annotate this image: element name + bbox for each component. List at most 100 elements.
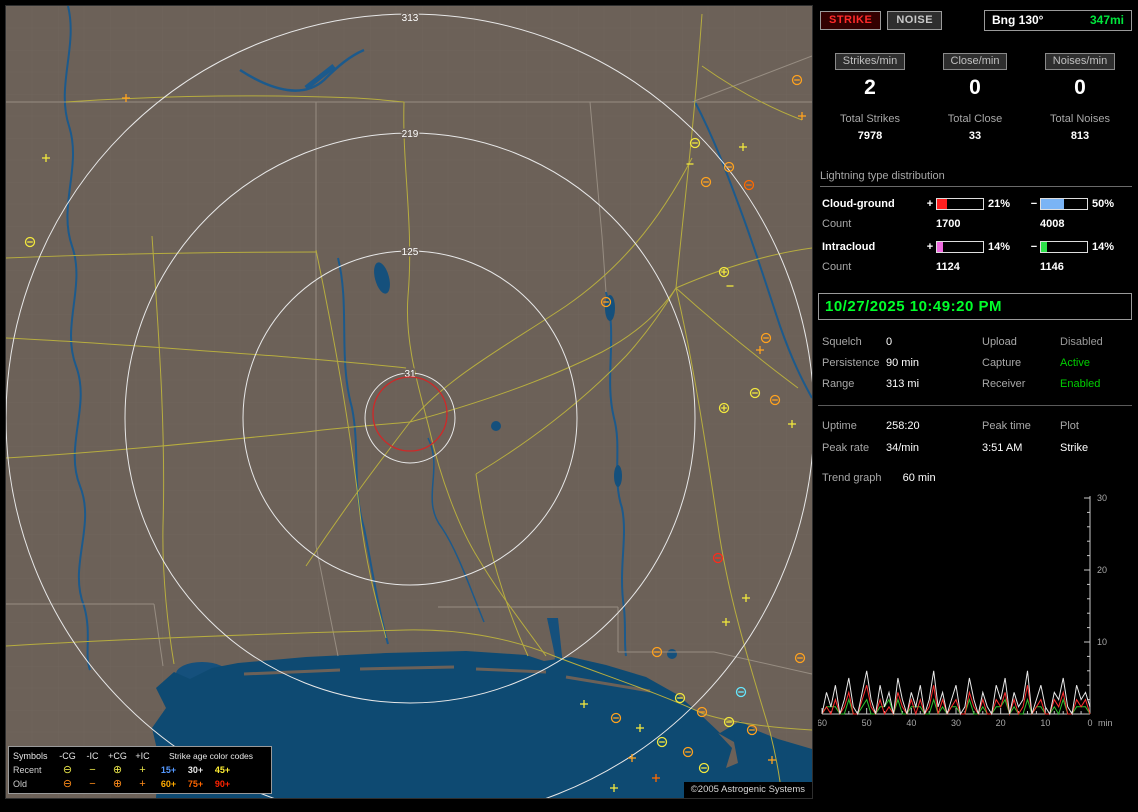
nexstorm-app: { "header": { "strike_button": "STRIKE",… bbox=[0, 0, 1138, 812]
total-noises-label: Total Noises bbox=[1050, 113, 1110, 125]
bearing-value: 347mi bbox=[1089, 13, 1124, 27]
pos-cg-old-icon: ⊕ bbox=[112, 778, 123, 790]
ic-plus-bar bbox=[936, 241, 984, 253]
cg-plus-bar bbox=[936, 198, 984, 210]
minus-sign: − bbox=[1030, 198, 1038, 210]
svg-text:10: 10 bbox=[1097, 637, 1107, 647]
peak-time-label: Peak time bbox=[982, 420, 1031, 432]
status-panel: STRIKE NOISE Bng 130° 347mi Strikes/min … bbox=[818, 6, 1132, 806]
svg-text:10: 10 bbox=[1040, 718, 1050, 728]
noises-per-min-column: Noises/min 0 Total Noises 813 bbox=[1032, 53, 1128, 142]
neg-cg-recent-icon: ⊖ bbox=[62, 764, 73, 776]
close-per-min-button[interactable]: Close/min bbox=[942, 53, 1008, 70]
svg-text:313: 313 bbox=[402, 13, 419, 24]
cg-minus-bar bbox=[1040, 198, 1088, 210]
age-30: 30+ bbox=[187, 765, 204, 775]
svg-text:40: 40 bbox=[906, 718, 916, 728]
age-45: 45+ bbox=[214, 765, 231, 775]
pos-ic-recent-icon: + bbox=[139, 764, 146, 776]
svg-text:30: 30 bbox=[951, 718, 961, 728]
noises-per-min-value: 0 bbox=[1074, 76, 1086, 99]
cg-minus-count: 4008 bbox=[1040, 218, 1065, 230]
map-legend: Symbols -CG -IC +CG +IC Strike age color… bbox=[8, 746, 272, 794]
total-strikes-label: Total Strikes bbox=[840, 113, 900, 125]
cg-plus-pct: 21% bbox=[988, 198, 1011, 210]
age-90: 90+ bbox=[214, 779, 231, 789]
strikes-per-min-button[interactable]: Strikes/min bbox=[834, 53, 906, 70]
capture-status: Active bbox=[1060, 357, 1090, 369]
legend-symbols-header: Symbols bbox=[13, 751, 48, 761]
ic-minus-count: 1146 bbox=[1040, 261, 1064, 273]
bearing-label: Bng 130° bbox=[992, 13, 1044, 27]
intracloud-count-row: Count 1124 1146 bbox=[822, 261, 1132, 273]
plot-value: Strike bbox=[1060, 442, 1089, 454]
upload-label: Upload bbox=[982, 336, 1017, 348]
cg-plus-count: 1700 bbox=[936, 218, 961, 230]
separator bbox=[818, 405, 1132, 406]
strikes-per-min-value: 2 bbox=[864, 76, 876, 99]
strikes-per-min-column: Strikes/min 2 Total Strikes 7978 bbox=[822, 53, 918, 142]
distribution-title: Lightning type distribution bbox=[820, 170, 1132, 187]
legend-col-pos-cg: +CG bbox=[108, 751, 127, 761]
trend-range-value: 60 min bbox=[902, 472, 936, 484]
bearing-readout: Bng 130° 347mi bbox=[984, 10, 1132, 31]
age-75: 75+ bbox=[187, 779, 204, 789]
receiver-status: Enabled bbox=[1060, 378, 1101, 390]
uptime-label: Uptime bbox=[822, 420, 857, 432]
total-close-value: 33 bbox=[968, 130, 982, 142]
legend-col-neg-cg: -CG bbox=[59, 751, 76, 761]
lightning-map[interactable]: 313 219 125 31 Symbols -CG -IC +CG +IC Stri… bbox=[5, 5, 813, 799]
svg-text:0: 0 bbox=[1087, 718, 1092, 728]
intracloud-label: Intracloud bbox=[822, 241, 876, 253]
top-bar: STRIKE NOISE Bng 130° 347mi bbox=[820, 10, 1132, 31]
legend-header: Symbols -CG -IC +CG +IC Strike age color… bbox=[13, 749, 267, 763]
upload-status: Disabled bbox=[1060, 336, 1103, 348]
close-per-min-value: 0 bbox=[969, 76, 981, 99]
svg-text:50: 50 bbox=[862, 718, 872, 728]
age-60: 60+ bbox=[160, 779, 177, 789]
range-value: 313 mi bbox=[886, 378, 920, 390]
cloud-ground-label: Cloud-ground bbox=[822, 198, 895, 210]
intracloud-row: Intracloud + 14% − 14% bbox=[822, 241, 1132, 253]
plot-label: Plot bbox=[1060, 420, 1079, 432]
legend-col-pos-ic: +IC bbox=[135, 751, 150, 761]
uptime-value: 258:20 bbox=[886, 420, 920, 432]
status-grid: Squelch 0 Upload Disabled Persistence 90… bbox=[822, 336, 1132, 390]
peak-rate-label: Peak rate bbox=[822, 442, 870, 454]
plus-sign: + bbox=[926, 241, 934, 253]
svg-text:31: 31 bbox=[404, 369, 416, 380]
ic-plus-count: 1124 bbox=[936, 261, 960, 273]
pos-cg-recent-icon: ⊕ bbox=[112, 764, 123, 776]
cg-count-label: Count bbox=[822, 218, 852, 230]
plus-sign: + bbox=[926, 198, 934, 210]
legend-recent-row: Recent ⊖ − ⊕ + 15+ 30+ 45+ bbox=[13, 763, 267, 777]
trend-graph: 60 50 40 30 20 10 0 min 30 20 10 bbox=[818, 493, 1113, 728]
range-label: Range bbox=[822, 378, 855, 390]
ic-count-label: Count bbox=[822, 261, 852, 273]
neg-ic-old-icon: − bbox=[89, 778, 96, 790]
strike-button[interactable]: STRIKE bbox=[820, 11, 882, 30]
map-svg: 313 219 125 31 bbox=[6, 6, 812, 798]
capture-label: Capture bbox=[982, 357, 1022, 369]
svg-text:60: 60 bbox=[818, 718, 827, 728]
trend-graph-label: Trend graph bbox=[822, 472, 882, 484]
squelch-value: 0 bbox=[886, 336, 893, 348]
svg-text:min: min bbox=[1098, 718, 1113, 728]
total-close-label: Total Close bbox=[947, 113, 1003, 125]
svg-text:219: 219 bbox=[402, 129, 419, 140]
pos-ic-old-icon: + bbox=[139, 778, 146, 790]
svg-text:20: 20 bbox=[1097, 565, 1107, 575]
rate-counters: Strikes/min 2 Total Strikes 7978 Close/m… bbox=[818, 53, 1132, 142]
ic-minus-bar bbox=[1040, 241, 1088, 253]
peak-time-value: 3:51 AM bbox=[982, 442, 1023, 454]
datetime-display: 10/27/2025 10:49:20 PM bbox=[818, 293, 1132, 320]
legend-age-title: Strike age color codes bbox=[168, 751, 254, 761]
neg-ic-recent-icon: − bbox=[89, 764, 96, 776]
noise-button[interactable]: NOISE bbox=[887, 11, 943, 30]
stats-grid: Uptime 258:20 Peak time Plot Peak rate 3… bbox=[822, 420, 1132, 454]
persistence-label: Persistence bbox=[822, 357, 880, 369]
close-per-min-column: Close/min 0 Total Close 33 bbox=[927, 53, 1023, 142]
svg-text:30: 30 bbox=[1097, 493, 1107, 503]
persistence-value: 90 min bbox=[886, 357, 920, 369]
noises-per-min-button[interactable]: Noises/min bbox=[1044, 53, 1116, 70]
